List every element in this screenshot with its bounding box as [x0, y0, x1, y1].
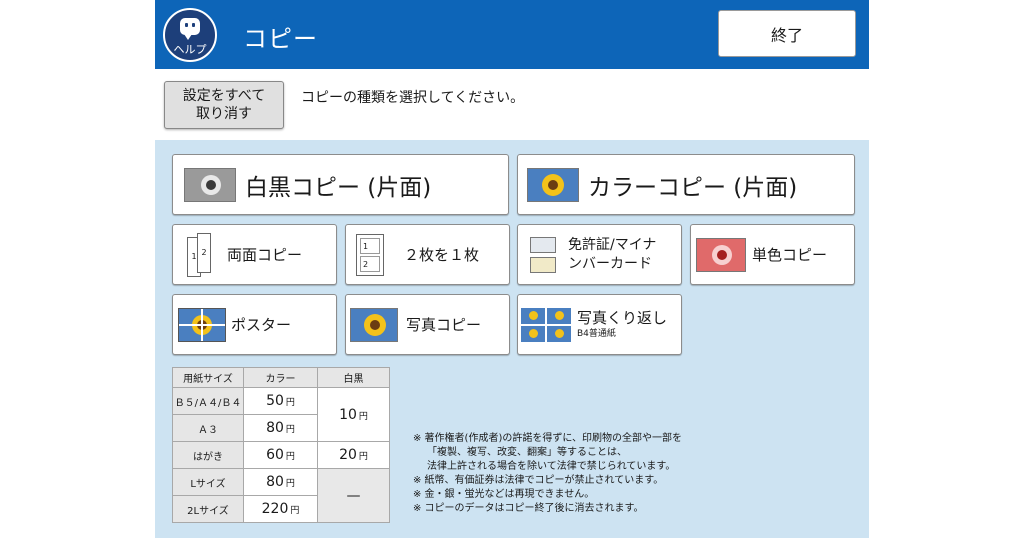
reset-label-line1: 設定をすべて: [182, 88, 266, 104]
help-chat-icon: [180, 18, 200, 40]
note-line: 「複製、複写、改変、翻案」等することは、: [427, 447, 627, 458]
bw-single-copy-button[interactable]: 白黒コピー (片面): [172, 154, 509, 215]
copy-options-panel: 白黒コピー (片面) カラーコピー (片面) 1 2 両面コピー 1 2 ２枚を…: [155, 140, 869, 538]
sunflower-color-icon: [527, 167, 579, 202]
table-row: はがき 60 円 20 円: [172, 441, 390, 469]
header-bw: 白黒: [317, 367, 390, 388]
color-price-cell: 50 円: [243, 387, 318, 415]
id-card-icon: [528, 235, 558, 275]
mono-color-copy-label: 単色コピー: [752, 246, 828, 264]
note-line: ※ コピーのデータはコピー終了後に消去されます。: [413, 503, 644, 514]
paper-size-cell: Lサイズ: [172, 468, 244, 496]
price-table: 用紙サイズ カラー 白黒 Ｂ５/Ａ４/Ｂ４ 50 円 10 円 Ａ３ 80 円 はがき…: [172, 367, 390, 523]
price-table-header: 用紙サイズ カラー 白黒: [172, 367, 390, 388]
duplex-copy-button[interactable]: 1 2 両面コピー: [172, 224, 337, 285]
table-row: Lサイズ 80 円 —: [172, 468, 390, 523]
mono-color-sunflower-icon: [696, 237, 746, 272]
mono-color-copy-button[interactable]: 単色コピー: [690, 224, 855, 285]
copyright-notes: ※ 著作権者(作成者)の許諾を得ずに、印刷物の全部や一部を 「複製、複写、改変、…: [413, 432, 682, 516]
color-price-cell: 80 円: [243, 468, 318, 496]
table-row: Ｂ５/Ａ４/Ｂ４ 50 円 10 円: [172, 387, 390, 442]
photo-copy-label: 写真コピー: [406, 316, 482, 334]
id-card-label-line2: ンバーカード: [568, 255, 652, 272]
copy-screen: ヘルプ コピー 終了 設定をすべて 取り消す コピーの種類を選択してください。 …: [155, 0, 869, 538]
two-in-one-copy-label: ２枚を１枚: [404, 246, 480, 264]
poster-copy-button[interactable]: ポスター: [172, 294, 337, 355]
poster-copy-label: ポスター: [231, 316, 292, 334]
color-price-cell: 220 円: [243, 495, 318, 523]
color-price-cell: 60 円: [243, 441, 318, 469]
photo-sunflower-icon: [350, 307, 398, 342]
paper-size-cell: 2Lサイズ: [172, 495, 244, 523]
help-label: ヘルプ: [173, 43, 207, 56]
bw-price-cell: 20 円: [317, 441, 390, 469]
photo-repeat-sublabel: B4普通紙: [577, 328, 616, 339]
reset-label-line2: 取り消す: [196, 106, 252, 122]
paper-size-cell: はがき: [172, 441, 244, 469]
reset-all-settings-button[interactable]: 設定をすべて 取り消す: [164, 81, 284, 129]
paper-size-cell: Ｂ５/Ａ４/Ｂ４: [172, 387, 244, 415]
paper-size-cell: Ａ３: [172, 414, 244, 442]
two-in-one-copy-button[interactable]: 1 2 ２枚を１枚: [345, 224, 510, 285]
bw-price-cell: 10 円: [317, 387, 390, 442]
color-price-cell: 80 円: [243, 414, 318, 442]
duplex-pages-icon: 1 2: [185, 232, 211, 277]
note-line: ※ 金・銀・蛍光などは再現できません。: [413, 489, 595, 500]
id-card-label-line1: 免許証/マイナ: [568, 236, 657, 253]
id-card-copy-button[interactable]: 免許証/マイナ ンバーカード: [517, 224, 682, 285]
sunflower-mono-icon: [184, 167, 236, 202]
note-line: ※ 紙幣、有価証券は法律でコピーが禁止されています。: [413, 475, 664, 486]
header-color: カラー: [243, 367, 318, 388]
photo-repeat-label: 写真くり返し: [577, 308, 668, 327]
bw-price-cell: —: [317, 468, 390, 523]
color-single-copy-label: カラーコピー (片面): [588, 174, 798, 201]
exit-button[interactable]: 終了: [718, 10, 856, 57]
poster-icon: [178, 307, 226, 342]
note-line: ※ 著作権者(作成者)の許諾を得ずに、印刷物の全部や一部を: [413, 433, 683, 444]
help-button[interactable]: ヘルプ: [163, 8, 217, 62]
photo-repeat-icon: [521, 307, 571, 342]
header-paper-size: 用紙サイズ: [172, 367, 244, 388]
photo-copy-button[interactable]: 写真コピー: [345, 294, 510, 355]
note-line: 法律上許される場合を除いて法律で禁じられています。: [427, 461, 676, 472]
header-bar: ヘルプ コピー 終了: [155, 0, 869, 69]
color-single-copy-button[interactable]: カラーコピー (片面): [517, 154, 855, 215]
two-in-one-icon: 1 2: [356, 233, 384, 276]
bw-single-copy-label: 白黒コピー (片面): [245, 174, 432, 201]
page-title: コピー: [243, 25, 318, 53]
duplex-copy-label: 両面コピー: [227, 246, 303, 264]
photo-repeat-copy-button[interactable]: 写真くり返し B4普通紙: [517, 294, 682, 355]
instruction-text: コピーの種類を選択してください。: [301, 90, 525, 106]
